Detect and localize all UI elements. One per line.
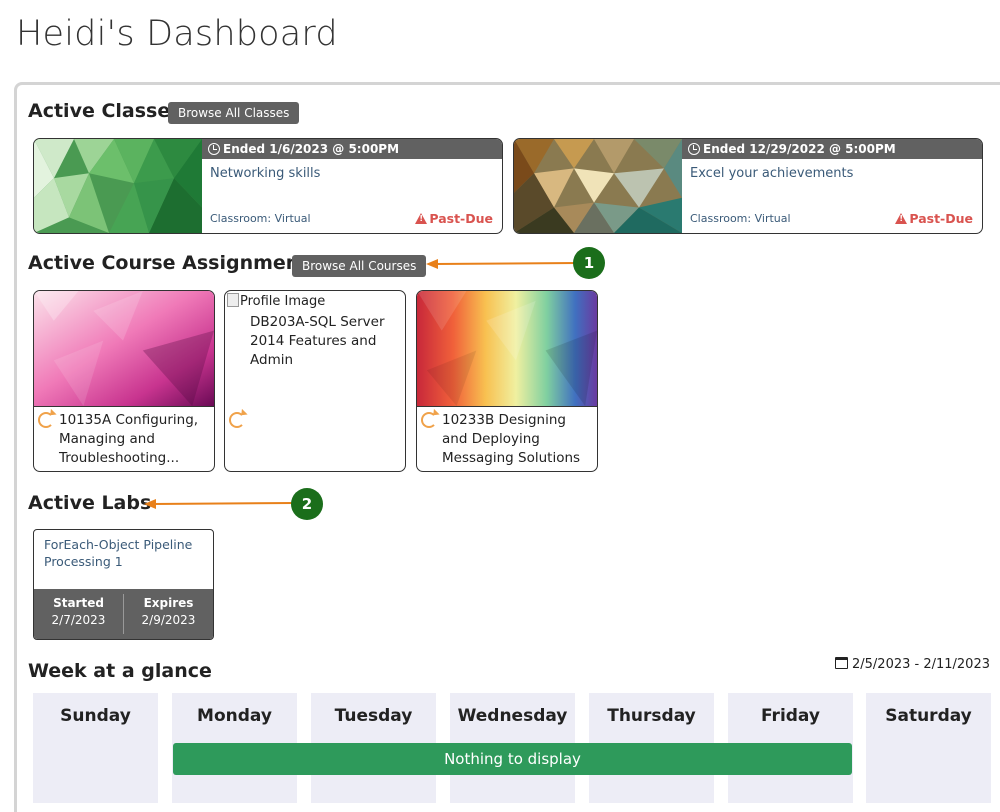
expires-label: Expires	[143, 596, 194, 610]
past-due-badge: Past-Due	[415, 211, 493, 226]
date-range-text: 2/5/2023 - 2/11/2023	[852, 657, 990, 672]
warning-icon	[415, 213, 428, 224]
lab-expires: Expires 2/9/2023	[124, 589, 213, 639]
clock-icon	[208, 143, 220, 155]
course-card[interactable]: Profile Image DB203A-SQL Server 2014 Fea…	[224, 290, 406, 472]
class-status-text: Ended 1/6/2023 @ 5:00PM	[223, 142, 400, 156]
lab-dates: Started 2/7/2023 Expires 2/9/2023	[34, 589, 213, 639]
class-location: Classroom: Virtual	[210, 212, 311, 225]
broken-image-icon	[227, 293, 239, 307]
course-name[interactable]: 10233B Designing and Deploying Messaging…	[442, 411, 592, 471]
course-thumbnail	[417, 291, 597, 407]
week-title: Week at a glance	[28, 660, 212, 682]
course-name[interactable]: 10135A Configuring, Managing and Trouble…	[59, 411, 209, 468]
calendar-icon	[835, 657, 848, 669]
browse-all-classes-button[interactable]: Browse All Classes	[168, 102, 300, 124]
annotation-arrow-1	[426, 259, 579, 269]
image-alt-text: Profile Image	[240, 294, 326, 309]
lab-name[interactable]: ForEach-Object Pipeline Processing 1	[44, 536, 204, 570]
past-due-text: Past-Due	[429, 211, 493, 226]
page-title: Heidi's Dashboard	[16, 14, 338, 54]
class-name[interactable]: Excel your achievements	[690, 166, 853, 181]
class-name[interactable]: Networking skills	[210, 166, 320, 181]
class-card[interactable]: Ended 1/6/2023 @ 5:00PM Networking skill…	[33, 138, 503, 234]
started-date: 2/7/2023	[51, 613, 106, 627]
course-assignments-title: Active Course Assignments	[28, 252, 320, 274]
class-status-bar: Ended 1/6/2023 @ 5:00PM	[202, 139, 502, 159]
class-thumbnail	[514, 139, 682, 233]
expires-date: 2/9/2023	[141, 613, 196, 627]
past-due-text: Past-Due	[909, 211, 973, 226]
day-column-sunday: Sunday	[33, 693, 158, 803]
course-card[interactable]: 10233B Designing and Deploying Messaging…	[416, 290, 598, 472]
started-label: Started	[53, 596, 104, 610]
empty-week-message: Nothing to display	[173, 743, 852, 775]
course-card[interactable]: 10135A Configuring, Managing and Trouble…	[33, 290, 215, 472]
in-progress-icon	[229, 412, 245, 428]
class-card[interactable]: Ended 12/29/2022 @ 5:00PM Excel your ach…	[513, 138, 983, 234]
course-image-placeholder: Profile Image	[227, 293, 325, 309]
class-status-bar: Ended 12/29/2022 @ 5:00PM	[682, 139, 982, 159]
class-location: Classroom: Virtual	[690, 212, 791, 225]
day-column-saturday: Saturday	[866, 693, 991, 803]
course-thumbnail	[34, 291, 214, 407]
active-classes-title: Active Classes	[28, 100, 182, 122]
clock-icon	[688, 143, 700, 155]
active-labs-title: Active Labs	[28, 492, 152, 514]
annotation-callout-2: 2	[291, 488, 323, 520]
course-name[interactable]: DB203A-SQL Server 2014 Features and Admi…	[250, 313, 400, 370]
lab-card[interactable]: ForEach-Object Pipeline Processing 1 Sta…	[33, 529, 214, 640]
class-thumbnail	[34, 139, 202, 233]
in-progress-icon	[421, 412, 437, 428]
annotation-arrow-2	[144, 499, 295, 509]
annotation-callout-1: 1	[573, 247, 605, 279]
in-progress-icon	[38, 412, 54, 428]
lab-started: Started 2/7/2023	[34, 589, 123, 639]
warning-icon	[895, 213, 908, 224]
browse-all-courses-button[interactable]: Browse All Courses	[292, 255, 427, 277]
past-due-badge: Past-Due	[895, 211, 973, 226]
week-date-range[interactable]: 2/5/2023 - 2/11/2023	[835, 657, 990, 672]
class-status-text: Ended 12/29/2022 @ 5:00PM	[703, 142, 896, 156]
